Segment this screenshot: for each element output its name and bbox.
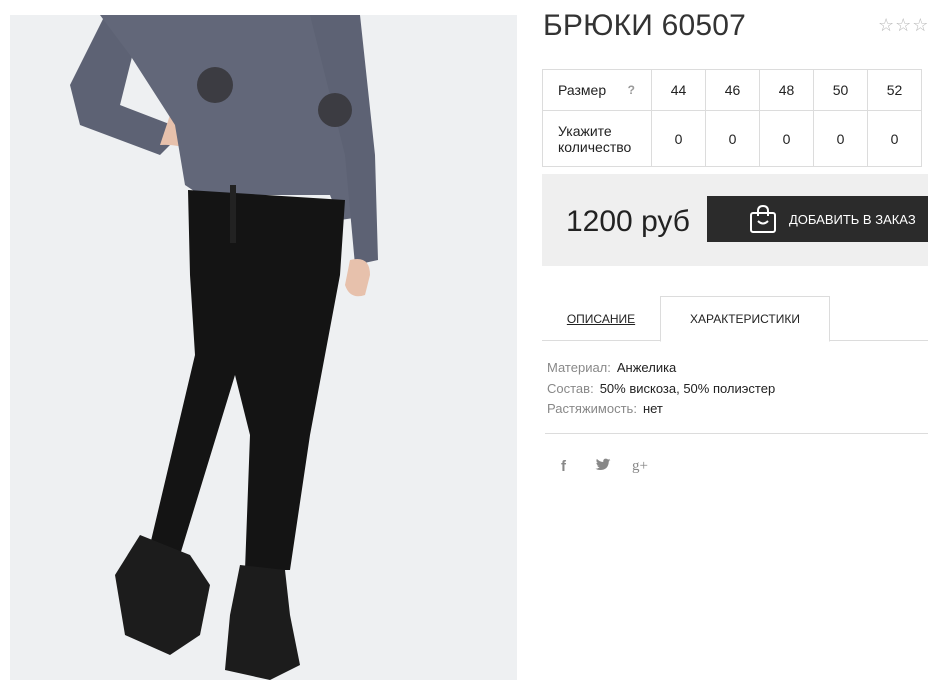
price-box: 1200 руб ДОБАВИТЬ В ЗАКАЗ	[542, 174, 928, 266]
spec-value: нет	[642, 401, 663, 416]
facebook-icon[interactable]: f	[561, 458, 566, 475]
size-label-cell: Размер ?	[542, 69, 652, 111]
add-to-order-button[interactable]: ДОБАВИТЬ В ЗАКАЗ	[707, 196, 928, 242]
quantity-input-48[interactable]: 0	[759, 110, 814, 167]
google-plus-icon[interactable]: g+	[632, 458, 648, 475]
shopping-bag-icon	[750, 204, 776, 233]
twitter-glyph	[595, 458, 611, 470]
size-44: 44	[651, 69, 706, 111]
facebook-glyph: f	[561, 458, 566, 475]
quantity-input-52[interactable]: 0	[867, 110, 922, 167]
quantity-label-line1: Укажите	[558, 122, 612, 139]
price: 1200 руб	[566, 205, 690, 238]
size-help-icon[interactable]: ?	[628, 82, 635, 98]
spec-value: Анжелика	[616, 360, 677, 375]
spec-value: 50% вискоза, 50% полиэстер	[599, 380, 776, 396]
size-50: 50	[813, 69, 868, 111]
spec-key: Состав:	[547, 380, 594, 396]
tab-characteristics[interactable]: ХАРАКТЕРИСТИКИ	[660, 296, 830, 342]
quantity-row: Укажите количество 0 0 0 0 0	[542, 110, 922, 167]
size-table: Размер ? 44 46 48 50 52 Укажите количест…	[542, 69, 922, 167]
size-46: 46	[705, 69, 760, 111]
size-label: Размер	[558, 82, 607, 98]
quantity-input-50[interactable]: 0	[813, 110, 868, 167]
size-52: 52	[867, 69, 922, 111]
product-title: БРЮКИ 60507	[543, 9, 747, 42]
tab-description[interactable]: ОПИСАНИЕ	[542, 296, 660, 341]
twitter-icon[interactable]	[595, 458, 611, 476]
spec-material: Материал: Анжелика	[547, 358, 775, 379]
spec-composition: Состав: 50% вискоза, 50% полиэстер	[547, 379, 775, 400]
spec-key: Материал:	[547, 360, 611, 375]
star-icon[interactable]: ☆☆☆	[878, 15, 928, 35]
size-row: Размер ? 44 46 48 50 52	[542, 69, 922, 111]
google-plus-glyph: g+	[632, 458, 648, 474]
product-photo	[10, 15, 517, 680]
quantity-input-46[interactable]: 0	[705, 110, 760, 167]
specs-list: Материал: Анжелика Состав: 50% вискоза, 50…	[547, 358, 775, 420]
quantity-input-44[interactable]: 0	[651, 110, 706, 167]
divider	[545, 433, 928, 434]
quantity-label-cell: Укажите количество	[542, 110, 652, 167]
size-48: 48	[759, 69, 814, 111]
spec-stretch: Растяжимость: нет	[547, 399, 775, 420]
quantity-label-line2: количество	[558, 138, 632, 155]
rating-stars[interactable]: ☆☆☆	[878, 15, 928, 36]
add-to-order-label: ДОБАВИТЬ В ЗАКАЗ	[789, 211, 916, 227]
spec-key: Растяжимость:	[547, 401, 637, 416]
product-tabs: ОПИСАНИЕ ХАРАКТЕРИСТИКИ	[542, 296, 928, 342]
